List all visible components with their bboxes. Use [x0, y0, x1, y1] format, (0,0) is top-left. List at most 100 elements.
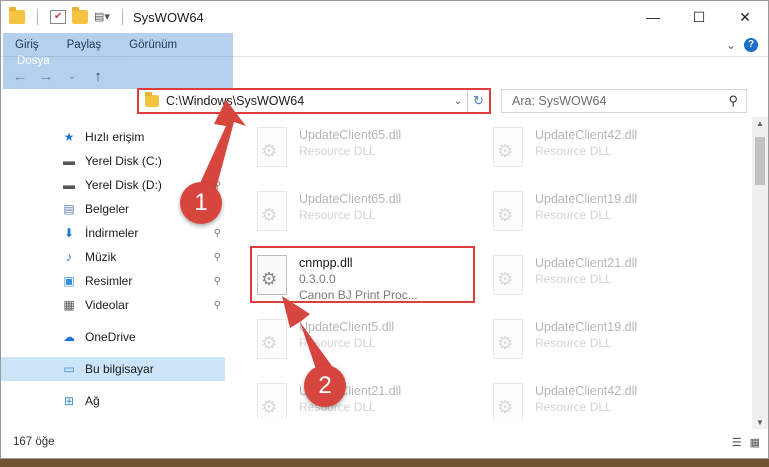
title-bar: ✔ ▤▾ SysWOW64 — ☐ ✕ — [1, 1, 768, 33]
details-view-icon[interactable]: ☰ — [732, 436, 742, 449]
step-marker-1: 1 — [180, 182, 222, 224]
sidebar-item-label: Yerel Disk (D:) — [85, 178, 162, 192]
file-description: Resource DLL — [299, 208, 376, 222]
folder-icon — [145, 92, 159, 107]
step-marker-2: 2 — [304, 365, 346, 407]
customize-icon[interactable]: ▤▾ — [94, 10, 110, 24]
network-icon: ⊞ — [63, 394, 75, 408]
file-item[interactable]: ⚙ UpdateClient21.dll Resource DLL — [251, 379, 481, 419]
sidebar-item[interactable]: ▣ Resimler ⚲ — [1, 269, 225, 293]
sidebar-item-label: İndirmeler — [85, 226, 139, 240]
file-description: Resource DLL — [535, 400, 612, 414]
file-text: UpdateClient5.dll Resource DLL — [299, 319, 394, 371]
search-input[interactable]: Ara: SysWOW64 ⚲ — [501, 89, 747, 113]
file-text: UpdateClient42.dll Resource DLL — [535, 127, 637, 179]
sidebar-item[interactable]: ☁ OneDrive — [1, 325, 225, 349]
file-text: UpdateClient21.dll Resource DLL — [535, 255, 637, 307]
drive-icon: ▬ — [63, 154, 75, 168]
pictures-icon: ▣ — [63, 274, 75, 288]
scrollbar-thumb[interactable] — [755, 137, 765, 185]
refresh-button[interactable]: ↻ — [467, 90, 489, 112]
video-icon: ▦ — [63, 298, 75, 312]
address-path[interactable]: C:\Windows\SysWOW64 — [166, 94, 304, 108]
file-item[interactable]: ⚙ UpdateClient65.dll Resource DLL — [251, 187, 481, 243]
file-item[interactable]: ⚙ UpdateClient42.dll Resource DLL — [487, 379, 717, 419]
pin-icon[interactable]: ⚲ — [214, 276, 221, 287]
file-text: UpdateClient65.dll Resource DLL — [299, 191, 401, 243]
ribbon-tools: ⌄ ? — [726, 33, 768, 56]
sidebar-item-label: Yerel Disk (C:) — [85, 154, 162, 168]
file-name: UpdateClient65.dll — [299, 192, 402, 206]
divider — [37, 9, 38, 25]
large-icons-view-icon[interactable]: ▦ — [750, 436, 760, 449]
sidebar-item[interactable]: ▦ Videolar ⚲ — [1, 293, 225, 317]
file-description: Resource DLL — [535, 208, 612, 222]
dll-file-icon: ⚙ — [487, 255, 527, 303]
minimize-button[interactable]: — — [630, 1, 676, 33]
pin-icon[interactable]: ⚲ — [214, 300, 221, 311]
sidebar-item-label: Ağ — [85, 394, 100, 408]
pin-icon[interactable]: ⚲ — [214, 156, 221, 167]
file-description: Resource DLL — [299, 144, 376, 158]
expand-ribbon-icon[interactable]: ⌄ — [726, 38, 736, 52]
scroll-up-icon[interactable]: ▲ — [752, 119, 768, 128]
navigation-pane: ★ Hızlı erişim ▬ Yerel Disk (C:) ⚲ ▬ Yerel Dis… — [1, 125, 225, 419]
computer-icon: ▭ — [63, 362, 75, 376]
file-item[interactable]: ⚙ UpdateClient19.dll Resource DLL — [487, 187, 717, 243]
file-item[interactable]: ⚙ UpdateClient65.dll Resource DLL — [251, 123, 481, 179]
file-name: UpdateClient42.dll — [535, 128, 638, 142]
dll-file-icon: ⚙ — [487, 127, 527, 175]
music-icon: ♪ — [66, 250, 72, 264]
file-name: UpdateClient19.dll — [535, 320, 638, 334]
quick-access-toolbar: ✔ ▤▾ — [9, 7, 129, 25]
file-description: Resource DLL — [535, 336, 612, 350]
properties-icon[interactable]: ✔ — [50, 10, 66, 24]
file-description: Resource DLL — [535, 272, 612, 286]
file-name: UpdateClient19.dll — [535, 192, 638, 206]
sidebar-item[interactable]: ★ Hızlı erişim — [1, 125, 225, 149]
search-placeholder: Ara: SysWOW64 — [512, 94, 607, 108]
sidebar-item-label: Hızlı erişim — [85, 130, 145, 144]
explorer-window: ✔ ▤▾ SysWOW64 — ☐ ✕ Dosya Giriş Paylaş G… — [0, 0, 769, 459]
tab-file[interactable]: Dosya — [3, 33, 233, 89]
dll-file-icon: ⚙ — [251, 127, 291, 175]
file-item[interactable]: ⚙ UpdateClient42.dll Resource DLL — [487, 123, 717, 179]
help-icon[interactable]: ? — [744, 37, 758, 52]
drive-icon: ▬ — [63, 178, 75, 192]
new-folder-icon[interactable] — [72, 7, 88, 24]
divider — [122, 9, 123, 25]
document-icon: ▤ — [63, 202, 75, 216]
address-dropdown-icon[interactable]: ⌄ — [449, 96, 467, 107]
close-button[interactable]: ✕ — [722, 1, 768, 33]
window-controls: — ☐ ✕ — [630, 1, 768, 33]
maximize-button[interactable]: ☐ — [676, 1, 722, 33]
sidebar-item[interactable]: ⬇ İndirmeler ⚲ — [1, 221, 225, 245]
file-name: UpdateClient65.dll — [299, 128, 402, 142]
file-name: UpdateClient21.dll — [535, 256, 638, 270]
file-description: Resource DLL — [299, 336, 376, 350]
file-text: UpdateClient19.dll Resource DLL — [535, 191, 637, 243]
vertical-scrollbar[interactable]: ▲ ▼ — [752, 117, 768, 429]
folder-icon — [9, 7, 25, 24]
search-icon[interactable]: ⚲ — [728, 93, 738, 109]
file-text: UpdateClient42.dll Resource DLL — [535, 383, 637, 419]
pin-icon[interactable]: ⚲ — [214, 252, 221, 263]
file-item[interactable]: ⚙ UpdateClient21.dll Resource DLL — [487, 251, 717, 307]
sidebar-item-label: Müzik — [85, 250, 117, 264]
sidebar-item-label: Bu bilgisayar — [85, 362, 154, 376]
file-item[interactable]: ⚙ UpdateClient19.dll Resource DLL — [487, 315, 717, 371]
address-bar[interactable]: C:\Windows\SysWOW64 ⌄ ↻ — [137, 88, 491, 114]
sidebar-item-label: Belgeler — [85, 202, 130, 216]
sidebar-item[interactable]: ⊞ Ağ — [1, 389, 225, 413]
scroll-down-icon[interactable]: ▼ — [752, 418, 768, 427]
dll-file-icon: ⚙ — [487, 319, 527, 367]
file-text: UpdateClient19.dll Resource DLL — [535, 319, 637, 371]
file-description: Resource DLL — [535, 144, 612, 158]
file-item[interactable]: ⚙ UpdateClient5.dll Resource DLL — [251, 315, 481, 371]
sidebar-item[interactable]: ▬ Yerel Disk (C:) ⚲ — [1, 149, 225, 173]
dll-file-icon: ⚙ — [487, 383, 527, 419]
pin-icon[interactable]: ⚲ — [214, 228, 221, 239]
file-name: UpdateClient5.dll — [299, 320, 395, 334]
sidebar-item[interactable]: ♪ Müzik ⚲ — [1, 245, 225, 269]
sidebar-item[interactable]: ▭ Bu bilgisayar — [1, 357, 225, 381]
